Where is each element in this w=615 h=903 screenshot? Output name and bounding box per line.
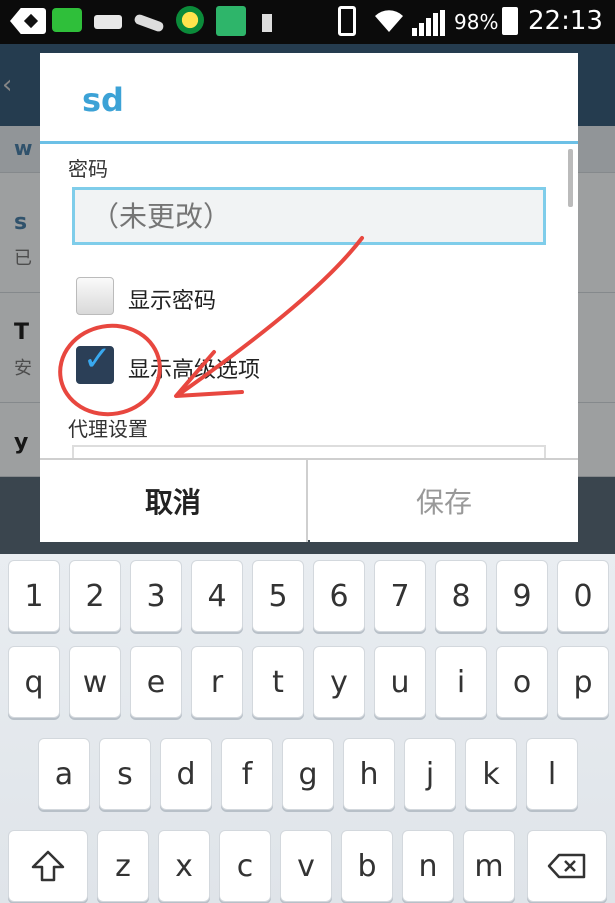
password-label: 密码	[68, 157, 108, 181]
key-2[interactable]: 2	[69, 560, 121, 632]
key-i[interactable]: i	[435, 646, 487, 718]
leaf-notification-icon	[133, 13, 165, 33]
key-n[interactable]: n	[402, 830, 454, 902]
key-6[interactable]: 6	[313, 560, 365, 632]
key-j[interactable]: j	[404, 738, 456, 810]
shift-icon	[31, 850, 65, 882]
key-c[interactable]: c	[219, 830, 271, 902]
advanced-options-label: 显示高级选项	[128, 358, 261, 383]
key-a[interactable]: a	[38, 738, 90, 810]
dialog-button-bar: 取消 保存	[40, 458, 578, 542]
phone-icon	[338, 6, 356, 36]
app-notification-icon	[52, 8, 82, 32]
key-y[interactable]: y	[313, 646, 365, 718]
status-bar: 98% 22:13	[0, 0, 615, 44]
key-z[interactable]: z	[97, 830, 149, 902]
save-button[interactable]: 保存	[310, 460, 578, 542]
keyboard-notification-icon	[94, 15, 122, 29]
proxy-label: 代理设置	[68, 417, 148, 441]
key-9[interactable]: 9	[496, 560, 548, 632]
key-4[interactable]: 4	[191, 560, 243, 632]
key-r[interactable]: r	[191, 646, 243, 718]
backspace-icon	[547, 853, 586, 879]
clock: 22:13	[528, 6, 603, 36]
show-password-checkbox[interactable]	[76, 277, 114, 315]
key-l[interactable]: l	[526, 738, 578, 810]
app-badge-icon	[176, 6, 204, 34]
key-3[interactable]: 3	[130, 560, 182, 632]
title-divider	[40, 141, 578, 144]
key-u[interactable]: u	[374, 646, 426, 718]
key-e[interactable]: e	[130, 646, 182, 718]
battery-icon	[502, 7, 518, 35]
soft-keyboard: 1 2 3 4 5 6 7 8 9 0 q w e r t y u i o p …	[0, 554, 615, 903]
key-v[interactable]: v	[280, 830, 332, 902]
key-d[interactable]: d	[160, 738, 212, 810]
wifi-icon	[372, 4, 406, 41]
key-q[interactable]: q	[8, 646, 60, 718]
key-0[interactable]: 0	[557, 560, 609, 632]
backspace-key[interactable]	[527, 830, 607, 902]
key-t[interactable]: t	[252, 646, 304, 718]
scrollbar[interactable]	[568, 149, 573, 207]
key-o[interactable]: o	[496, 646, 548, 718]
key-1[interactable]: 1	[8, 560, 60, 632]
key-s[interactable]: s	[99, 738, 151, 810]
advanced-options-checkbox[interactable]	[76, 339, 114, 384]
show-password-label: 显示密码	[128, 289, 217, 314]
password-field[interactable]	[72, 187, 546, 245]
key-5[interactable]: 5	[252, 560, 304, 632]
back-notification-icon	[10, 8, 46, 34]
key-7[interactable]: 7	[374, 560, 426, 632]
key-g[interactable]: g	[282, 738, 334, 810]
gallery-notification-icon	[216, 6, 246, 36]
key-h[interactable]: h	[343, 738, 395, 810]
signal-icon	[412, 10, 448, 36]
key-b[interactable]: b	[341, 830, 393, 902]
wifi-edit-dialog: sd 密码 显示密码 显示高级选项 代理设置 取消 保存	[40, 53, 578, 542]
key-k[interactable]: k	[465, 738, 517, 810]
dialog-title: sd	[82, 81, 124, 119]
key-f[interactable]: f	[221, 738, 273, 810]
key-p[interactable]: p	[557, 646, 609, 718]
key-w[interactable]: w	[69, 646, 121, 718]
usb-icon	[262, 14, 272, 32]
cancel-button[interactable]: 取消	[40, 460, 308, 542]
key-m[interactable]: m	[463, 830, 515, 902]
battery-percent: 98%	[454, 10, 499, 34]
shift-key[interactable]	[8, 830, 88, 902]
key-x[interactable]: x	[158, 830, 210, 902]
key-8[interactable]: 8	[435, 560, 487, 632]
